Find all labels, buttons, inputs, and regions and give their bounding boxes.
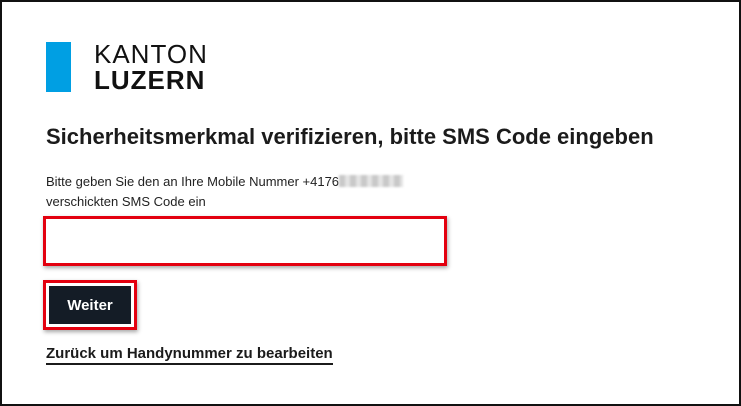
page-frame: KANTON LUZERN Sicherheitsmerkmal verifiz…	[0, 0, 741, 406]
masked-phone-number	[339, 175, 404, 187]
instruction-prefix: Bitte geben Sie den an Ihre Mobile Numme…	[46, 174, 340, 189]
back-to-edit-phone-link[interactable]: Zurück um Handynummer zu bearbeiten	[46, 345, 333, 365]
logo-bar	[46, 42, 71, 92]
weiter-button-highlight: Weiter	[43, 280, 137, 330]
instruction-text: Bitte geben Sie den an Ihre Mobile Numme…	[46, 172, 466, 212]
instruction-suffix: verschickten SMS Code ein	[46, 194, 206, 209]
sms-code-input[interactable]	[50, 223, 444, 261]
logo-line-luzern: LUZERN	[94, 65, 206, 95]
sms-code-field-highlight	[43, 216, 447, 266]
weiter-button[interactable]: Weiter	[49, 286, 131, 324]
logo-line-kanton: KANTON	[94, 39, 208, 69]
page-title: Sicherheitsmerkmal verifizieren, bitte S…	[46, 124, 654, 149]
